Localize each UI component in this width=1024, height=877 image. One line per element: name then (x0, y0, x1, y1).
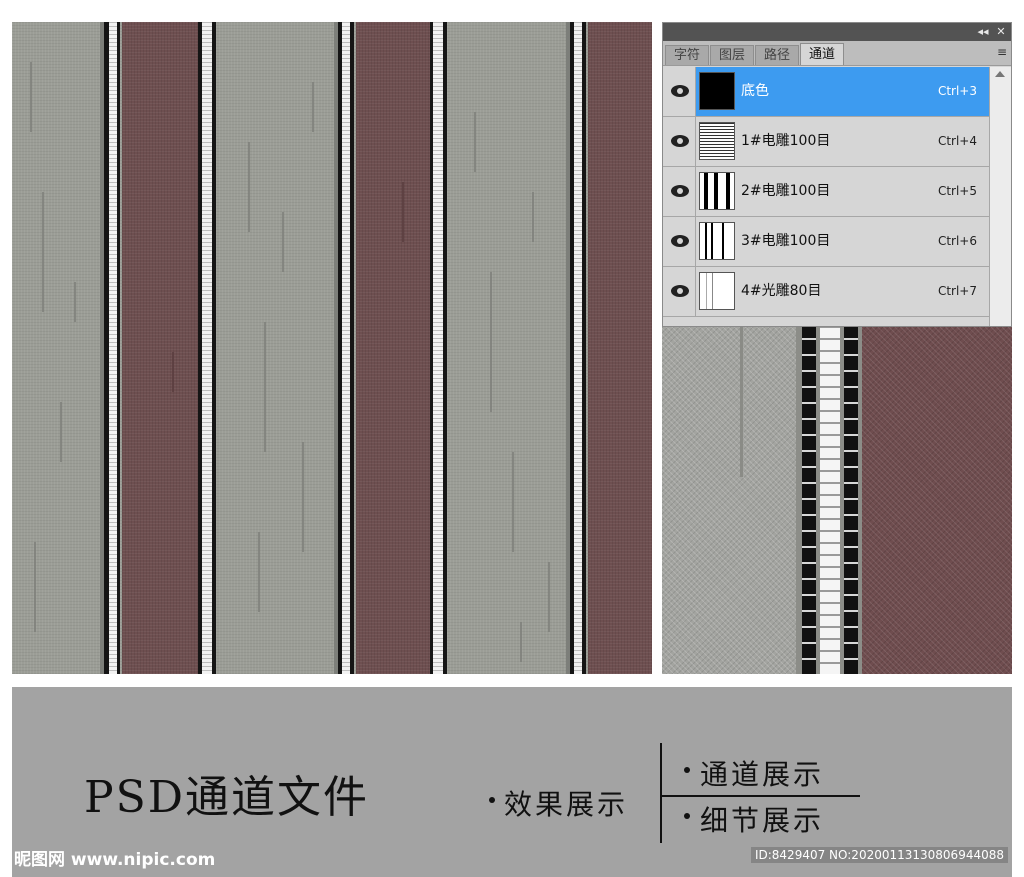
visibility-toggle[interactable] (663, 67, 696, 116)
bracket-divider (660, 743, 662, 843)
channel-row-2[interactable]: 2#电雕100目 Ctrl+5 (663, 167, 989, 217)
panel-tabs: 字符 图层 路径 通道 ≡ (663, 41, 1011, 66)
bracket-divider (660, 795, 860, 797)
caption-title: PSD通道文件 (84, 772, 370, 823)
eye-icon (671, 285, 689, 297)
eye-icon (671, 235, 689, 247)
channel-row-4[interactable]: 4#光雕80目 Ctrl+7 (663, 267, 989, 317)
channel-shortcut: Ctrl+4 (937, 134, 977, 148)
channel-shortcut: Ctrl+6 (937, 234, 977, 248)
effect-label: 效果展示 (504, 788, 629, 821)
channel-name: 3#电雕100目 (741, 233, 831, 249)
channel-thumbnail (699, 122, 735, 160)
channel-shortcut: Ctrl+3 (937, 84, 977, 98)
eye-icon (671, 185, 689, 197)
channel-name: 1#电雕100目 (741, 133, 831, 149)
channel-show-label: 通道展示 (700, 758, 825, 791)
channel-thumbnail (699, 172, 735, 210)
visibility-toggle[interactable] (663, 167, 696, 216)
channel-name: 底色 (741, 83, 769, 99)
channel-thumbnail (699, 222, 735, 260)
visibility-toggle[interactable] (663, 267, 696, 316)
panel-title-bar: ◂◂ ✕ (663, 23, 1011, 41)
collapse-icon[interactable]: ◂◂ (975, 24, 991, 40)
panel-menu-icon[interactable]: ≡ (997, 45, 1007, 59)
visibility-toggle[interactable] (663, 117, 696, 166)
channels-panel: ◂◂ ✕ 字符 图层 路径 通道 ≡ 底色 Ctrl+3 1#电雕100目 Ct… (662, 22, 1012, 327)
channel-thumbnail (699, 272, 735, 310)
watermark-logo: 昵图网 www.nipic.com (14, 850, 216, 870)
channel-name: 2#电雕100目 (741, 183, 831, 199)
bullet-icon (684, 767, 690, 773)
channel-name: 4#光雕80目 (741, 283, 822, 299)
bullet-icon (489, 797, 495, 803)
tab-paths[interactable]: 路径 (755, 45, 800, 65)
tab-layers[interactable]: 图层 (710, 45, 755, 65)
caption-banner: PSD通道文件 效果展示 通道展示 细节展示 昵图网 www.nipic.com… (12, 687, 1012, 877)
detail-show-label: 细节展示 (700, 804, 825, 837)
eye-icon (671, 85, 689, 97)
channel-list-scrollbar[interactable] (989, 67, 1011, 326)
close-icon[interactable]: ✕ (993, 24, 1009, 40)
visibility-toggle[interactable] (663, 217, 696, 266)
channel-row-base[interactable]: 底色 Ctrl+3 (663, 67, 989, 117)
tab-channels[interactable]: 通道 (800, 43, 845, 65)
channel-row-1[interactable]: 1#电雕100目 Ctrl+4 (663, 117, 989, 167)
scroll-up-icon[interactable] (995, 71, 1005, 77)
tab-character[interactable]: 字符 (665, 45, 710, 65)
channel-thumbnail (699, 72, 735, 110)
watermark-id: ID:8429407 NO:20200113130806944088 (750, 847, 1008, 863)
channel-shortcut: Ctrl+7 (937, 284, 977, 298)
channel-row-3[interactable]: 3#电雕100目 Ctrl+6 (663, 217, 989, 267)
fabric-preview-image (12, 22, 652, 674)
fabric-detail-image (662, 327, 1012, 674)
bullet-icon (684, 813, 690, 819)
eye-icon (671, 135, 689, 147)
channel-list: 底色 Ctrl+3 1#电雕100目 Ctrl+4 2#电雕100目 Ctrl+… (663, 67, 989, 317)
channel-shortcut: Ctrl+5 (937, 184, 977, 198)
